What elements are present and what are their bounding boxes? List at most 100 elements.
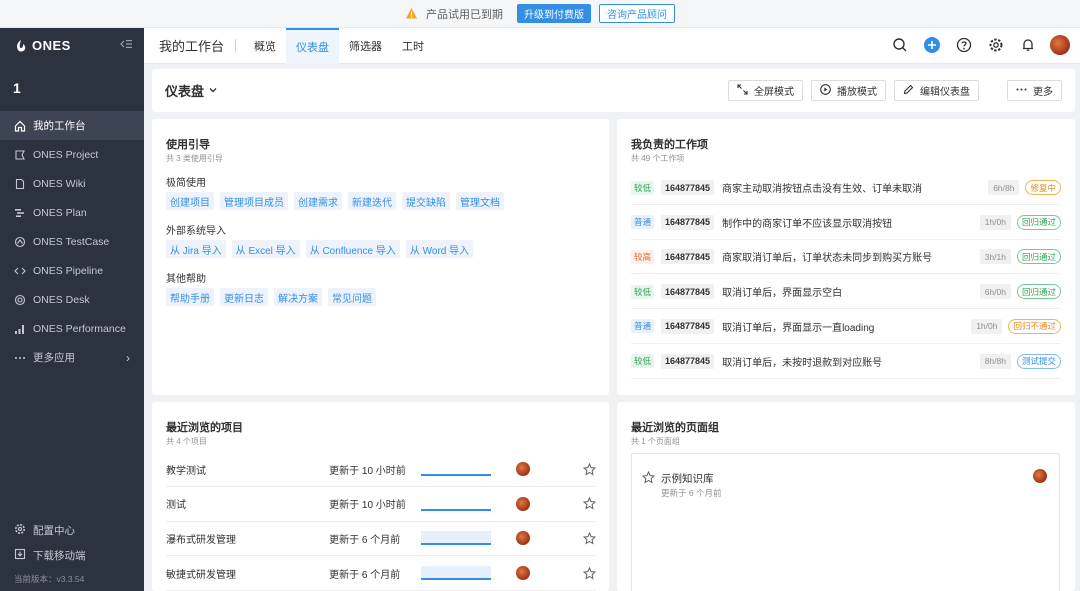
guide-chip[interactable]: 更新日志 [220,288,268,306]
guide-chip[interactable]: 创建项目 [166,192,214,210]
page-group-item[interactable]: 示例知识库 更新于 6 个月前 [631,453,1060,591]
sidebar-item-more-apps[interactable]: 更多应用 › [0,343,144,372]
recent-project-row[interactable]: 教学测试 更新于 10 小时前 [166,452,596,487]
priority-badge: 普通 [631,215,655,230]
tab-dashboard[interactable]: 仪表盘 [286,27,340,64]
project-name[interactable]: 敏捷式研发管理 [166,566,329,581]
upgrade-button[interactable]: 升级到付费版 [517,4,591,23]
expand-icon [737,83,748,98]
project-name[interactable]: 瀑布式研发管理 [166,531,329,546]
guide-chip[interactable]: 解决方案 [274,288,322,306]
sidebar-item-workbench[interactable]: 我的工作台 [0,111,144,140]
guide-subtitle: 共 3 类使用引导 [166,154,223,163]
workitem-title[interactable]: 取消订单后，界面显示一直loading [722,319,971,334]
guide-chip[interactable]: 帮助手册 [166,288,214,306]
play-mode-button[interactable]: 播放模式 [811,80,886,101]
config-center-link[interactable]: 配置中心 [0,518,144,543]
status-badge: 回归通过 [1016,284,1061,300]
workitem-title[interactable]: 取消订单后，界面显示空白 [722,284,980,299]
play-mode-label: 播放模式 [837,87,877,98]
workitem-row[interactable]: 较低 164877845 商家主动取消按钮点击没有生效、订单未取消 6h/8h 修复中 [631,171,1061,205]
banner-text: 产品试用已到期 [426,8,503,21]
workitem-row[interactable]: 较高 164877845 商家取消订单后，订单状态未同步到购买方账号 3h/1h 回归通… [631,240,1061,275]
workitem-row[interactable]: 普通 164877845 制作中的商家订单不应该显示取消按钮 1h/0h 回归通过 [631,206,1061,240]
workitems-card: 我负责的工作项 共 49 个工作项 较低 164877845 商家主动取消按钮点击没… [617,119,1075,395]
download-mobile-link[interactable]: 下载移动端 [0,543,144,568]
project-name[interactable]: 测试 [166,496,329,511]
settings-icon[interactable] [986,35,1006,55]
guide-chip[interactable]: 从 Excel 导入 [231,240,300,258]
project-progress-bar [421,462,492,476]
recent-projects-card: 最近浏览的项目 共 4 个项目 教学测试 更新于 10 小时前 测试 更新于 10 小… [152,402,609,591]
tab-timesheet[interactable]: 工时 [392,28,434,64]
workitem-row[interactable]: 普通 164877845 取消订单后，界面显示一直loading 1h/0h 回归不通过 [631,310,1061,344]
page-group-name: 示例知识库 [661,473,714,485]
status-badge: 回归不通过 [1008,318,1061,334]
collapse-sidebar-icon[interactable] [120,38,132,53]
workitem-title[interactable]: 商家主动取消按钮点击没有生效、订单未取消 [722,180,988,195]
workitem-title[interactable]: 商家取消订单后，订单状态未同步到购买方账号 [722,249,980,264]
ones-logo[interactable]: ONES [14,38,71,53]
sidebar: ONES 1 我的工作台 ONES Project ONES Wiki ONES… [0,28,144,591]
recent-project-row[interactable]: 瀑布式研发管理 更新于 6 个月前 [166,521,596,557]
tab-filters[interactable]: 筛选器 [339,28,392,64]
workitem-row[interactable]: 较低 164877845 取消订单后，界面显示空白 6h/0h 回归通过 [631,275,1061,310]
workspace-number[interactable]: 1 [13,80,21,96]
sidebar-item-plan[interactable]: ONES Plan [0,198,144,227]
recent-project-row[interactable]: 敏捷式研发管理 更新于 6 个月前 [166,556,596,591]
workitem-row[interactable]: 较低 164877845 取消订单后，未按时退款到对应账号 8h/8h 测试提交 [631,345,1061,379]
sidebar-item-pipeline[interactable]: ONES Pipeline [0,256,144,285]
more-apps-icon [14,352,26,364]
project-progress-bar [421,497,492,511]
search-icon[interactable] [890,35,910,55]
plan-icon [14,207,26,219]
guide-chip[interactable]: 常见问题 [328,288,376,306]
dashboard-toolbar: 仪表盘 全屏模式 播放模式 编辑仪表盘 更多 [152,69,1075,112]
sidebar-item-label: ONES Project [33,148,99,161]
star-icon[interactable] [583,462,596,476]
sidebar-item-project[interactable]: ONES Project [0,140,144,169]
star-icon[interactable] [641,470,656,487]
consult-button[interactable]: 咨询产品顾问 [599,4,675,23]
guide-chip[interactable]: 管理文档 [456,192,504,210]
help-icon[interactable] [954,35,974,55]
sidebar-item-testcase[interactable]: ONES TestCase [0,227,144,256]
guide-chip[interactable]: 从 Jira 导入 [166,240,226,258]
tab-overview[interactable]: 概览 [244,28,286,64]
sidebar-item-label: ONES TestCase [33,235,110,248]
recent-pages-subtitle: 共 1 个页面组 [631,437,680,446]
project-updated: 更新于 10 小时前 [329,465,406,477]
bell-icon[interactable] [1018,35,1038,55]
hours-badge: 6h/8h [988,180,1020,195]
sidebar-item-performance[interactable]: ONES Performance [0,314,144,343]
edit-dashboard-button[interactable]: 编辑仪表盘 [894,80,979,101]
more-button[interactable]: 更多 [1007,80,1062,101]
sidebar-item-wiki[interactable]: ONES Wiki [0,169,144,198]
toolbar-spacer [987,80,999,101]
workitem-title[interactable]: 取消订单后，未按时退款到对应账号 [722,354,980,369]
guide-chip[interactable]: 管理项目成员 [220,192,288,210]
project-name[interactable]: 教学测试 [166,462,329,477]
fullscreen-button[interactable]: 全屏模式 [728,80,803,101]
dashboard-selector[interactable]: 仪表盘 [165,81,218,100]
hours-badge: 3h/1h [979,249,1011,265]
recent-project-row[interactable]: 测试 更新于 10 小时前 [166,487,596,522]
add-icon[interactable] [922,35,942,55]
sidebar-item-label: ONES Plan [33,206,87,219]
guide-chip[interactable]: 从 Confluence 导入 [305,240,400,258]
recent-projects-title: 最近浏览的项目 [166,422,243,434]
workitem-title[interactable]: 制作中的商家订单不应该显示取消按钮 [722,215,980,230]
workitem-id: 164877845 [661,214,715,230]
star-icon[interactable] [583,531,596,545]
guide-section-title: 极简使用 [166,178,206,189]
star-icon[interactable] [583,566,596,580]
guide-chip[interactable]: 新建迭代 [348,192,396,210]
top-header: 我的工作台 概览 仪表盘 筛选器 工时 [144,27,1080,64]
star-icon[interactable] [583,497,596,510]
sidebar-item-desk[interactable]: ONES Desk [0,285,144,314]
avatar [516,566,530,581]
guide-chip[interactable]: 创建需求 [294,192,342,210]
user-avatar[interactable] [1050,35,1070,55]
guide-chip[interactable]: 从 Word 导入 [405,240,474,258]
guide-chip[interactable]: 提交缺陷 [402,192,450,210]
